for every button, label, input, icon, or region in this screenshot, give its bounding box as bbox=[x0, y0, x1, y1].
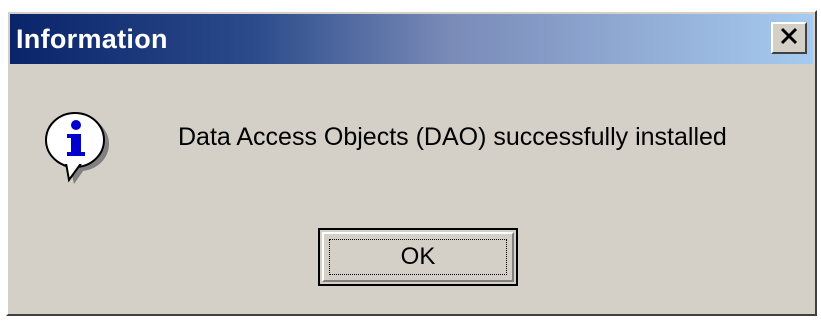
window-title: Information bbox=[16, 23, 168, 54]
ok-button-label: OK bbox=[329, 239, 507, 275]
information-icon bbox=[42, 108, 112, 188]
information-dialog: Information Data Access Objects (DAO) su bbox=[6, 10, 817, 316]
close-button[interactable] bbox=[771, 22, 807, 54]
title-bar[interactable]: Information bbox=[10, 14, 813, 64]
ok-button[interactable]: OK bbox=[318, 228, 518, 286]
close-icon bbox=[780, 27, 798, 50]
message-text: Data Access Objects (DAO) successfully i… bbox=[178, 123, 727, 151]
